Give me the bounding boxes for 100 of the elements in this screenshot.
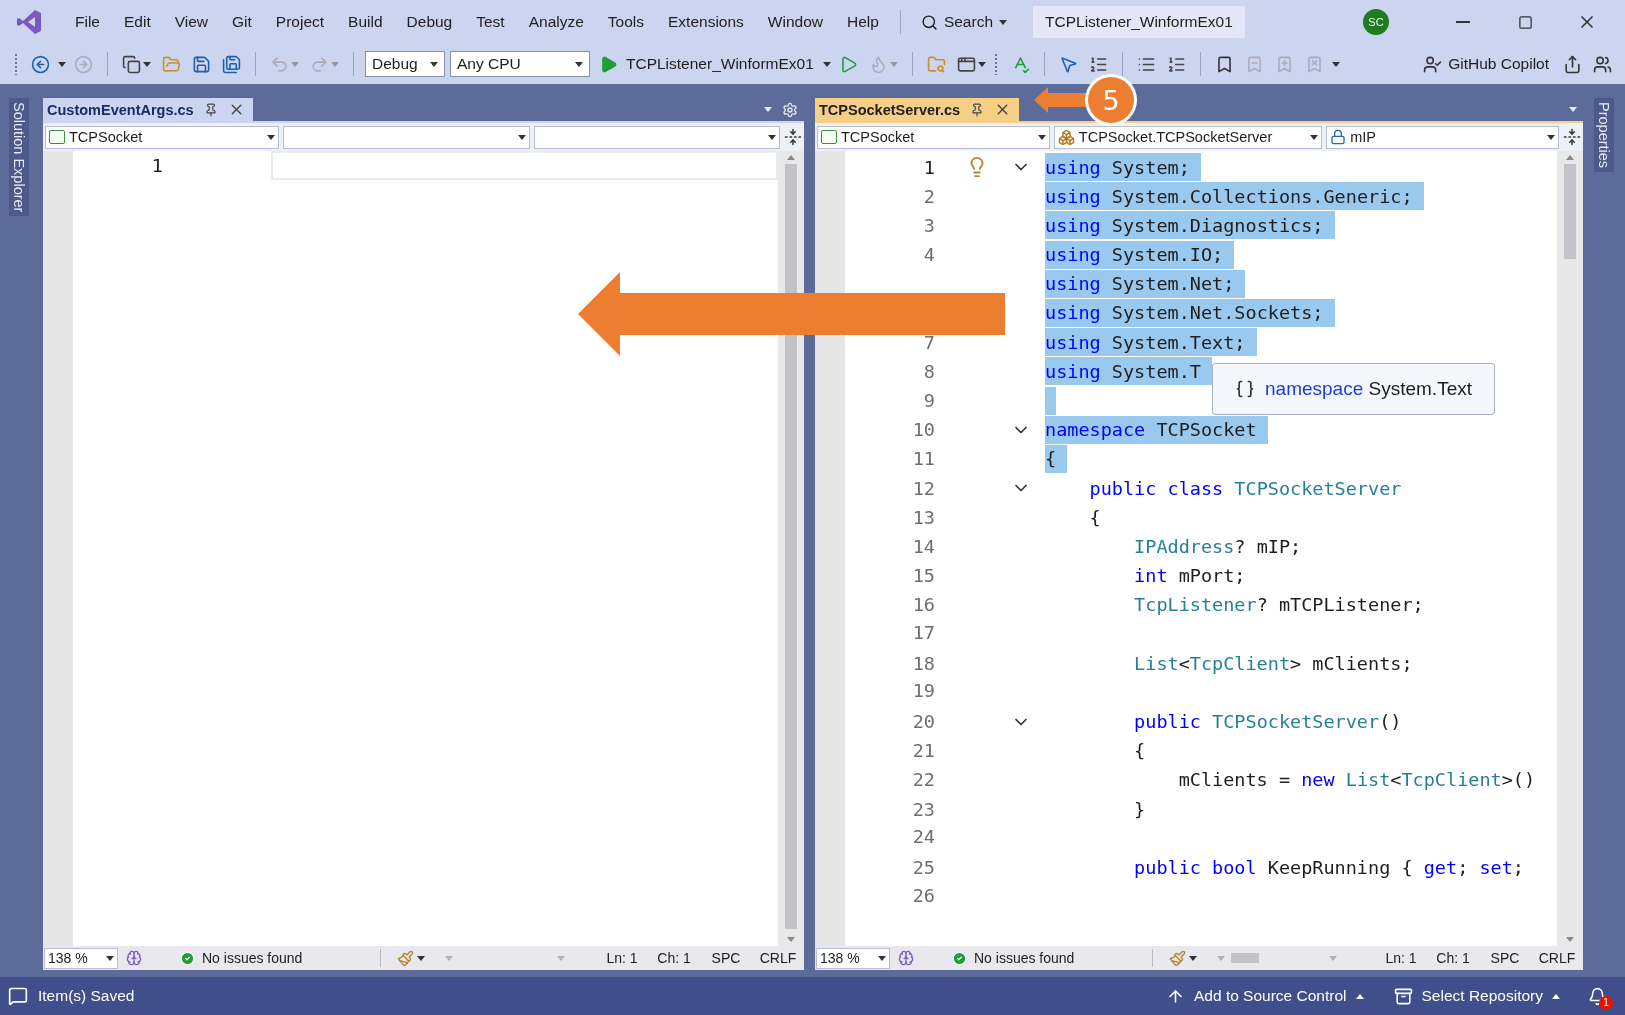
start-button[interactable]: TCPListener_WinformEx01 (595, 52, 818, 76)
scroll-down-icon (1566, 937, 1574, 942)
caret-icon (878, 955, 886, 961)
menu-item[interactable]: Help (838, 9, 888, 35)
menu-item[interactable]: Edit (115, 9, 160, 35)
line-number: 15 (911, 565, 935, 587)
navigation-dropdown[interactable]: mIP (1326, 125, 1559, 149)
navigation-dropdown[interactable]: TCPSocket (45, 125, 280, 149)
step-number-badge: 5 (1088, 77, 1134, 123)
back-icon (31, 54, 50, 74)
scroll-up-icon (787, 155, 795, 160)
menu-item[interactable]: Git (223, 9, 261, 35)
menu-item[interactable]: Tools (598, 9, 654, 35)
code-line: public class TCPSocketServer (1088, 476, 1402, 501)
scroll-thumb[interactable] (1231, 953, 1259, 963)
braces-icon (1235, 379, 1255, 399)
caret-icon (1547, 134, 1555, 140)
vertical-scrollbar[interactable] (1557, 151, 1583, 946)
source-control-button[interactable]: Add to Source Control (1156, 986, 1374, 1006)
save-icon (192, 54, 211, 74)
file-type-icon (821, 130, 837, 144)
scroll-up-button[interactable] (1566, 155, 1574, 160)
caret-icon (999, 19, 1007, 25)
menu-item[interactable]: View (165, 9, 218, 35)
caret-icon (430, 61, 438, 67)
code-line: int mPort; (1133, 564, 1246, 589)
code-line: { (1133, 739, 1146, 764)
line-number: 20 (911, 711, 935, 733)
solution-name: TCPListener_WinformEx01 (1033, 6, 1245, 38)
scroll-up-button[interactable] (787, 155, 795, 160)
line-indicator[interactable]: Ln: 1 (1375, 950, 1427, 966)
caret-icon (1552, 993, 1560, 999)
line-ending-indicator[interactable]: CRLF (1531, 950, 1583, 966)
menu-item[interactable]: Project (266, 9, 334, 35)
repository-icon (1393, 986, 1413, 1006)
scroll-down-button[interactable] (787, 937, 795, 942)
line-ending-indicator[interactable]: CRLF (752, 950, 804, 966)
menu-item[interactable]: Debug (397, 9, 462, 35)
line-number: 1 (150, 155, 163, 177)
caret-icon (106, 955, 114, 961)
vertical-scrollbar[interactable] (778, 151, 804, 946)
caret-icon (1310, 134, 1319, 140)
caret-icon (768, 134, 776, 140)
line-indicator[interactable]: Ln: 1 (596, 950, 648, 966)
line-number: 3 (922, 214, 935, 236)
line-number: 12 (911, 477, 935, 499)
menu-item[interactable]: Test (467, 9, 514, 35)
search-button[interactable]: Search (912, 9, 1015, 35)
redo-icon (310, 54, 329, 74)
chat-icon (8, 986, 28, 1006)
user-avatar[interactable]: SC (1363, 9, 1389, 35)
column-indicator[interactable]: Ch: 1 (1427, 950, 1479, 966)
column-indicator[interactable]: Ch: 1 (648, 950, 700, 966)
zoom-dropdown[interactable]: 138 % (44, 947, 118, 969)
menu-item[interactable]: File (66, 9, 109, 35)
scroll-down-button[interactable] (1566, 937, 1574, 942)
copilot-button[interactable]: GitHub Copilot (1417, 53, 1555, 75)
line-number: 2 (922, 185, 935, 207)
menu-item[interactable]: Extensions (659, 9, 753, 35)
menu-item[interactable]: Window (758, 9, 832, 35)
document-tab[interactable]: CustomEventArgs.cs (43, 98, 253, 121)
code-line: public TCPSocketServer() (1133, 710, 1402, 735)
line-number: 9 (922, 390, 935, 411)
issues-text: No issues found (202, 950, 303, 966)
navigation-dropdown[interactable] (533, 125, 780, 149)
document-tab[interactable]: TCPSocketServer.cs (815, 98, 1020, 121)
zoom-dropdown[interactable]: 138 % (816, 947, 890, 969)
caret-icon (58, 61, 66, 67)
side-panel-tab[interactable]: Properties (1594, 98, 1614, 173)
repository-button[interactable]: Select Repository (1383, 986, 1570, 1006)
navigation-dropdown[interactable] (283, 125, 530, 149)
menu-item[interactable]: Analyze (519, 9, 593, 35)
share-icon (1563, 54, 1582, 74)
code-line: { (1088, 505, 1101, 530)
scroll-thumb[interactable] (785, 164, 797, 929)
split-icon (1563, 128, 1581, 146)
configuration-dropdown[interactable]: Debug (365, 51, 445, 77)
feedback-icon (1593, 54, 1612, 74)
brush-icon (397, 949, 414, 967)
line-number: 19 (911, 680, 935, 702)
platform-dropdown[interactable]: Any CPU (450, 51, 590, 77)
line-number: 11 (911, 448, 935, 470)
line-number: 1 (922, 156, 935, 178)
navigation-dropdown[interactable]: TCPSocket.TCPSocketServer (1053, 125, 1323, 149)
folder-icon (162, 54, 181, 74)
caret-icon (1037, 134, 1046, 140)
menu-item[interactable]: Build (339, 9, 392, 35)
scroll-thumb[interactable] (1564, 164, 1576, 259)
pin-icon (970, 102, 985, 117)
line-number: 10 (911, 419, 935, 441)
check-icon (180, 950, 195, 966)
minimize-icon (1456, 21, 1470, 23)
navigation-dropdown[interactable]: TCPSocket (817, 125, 1050, 149)
scroll-right-icon (1329, 955, 1337, 961)
side-panel-tab[interactable]: Solution Explorer (9, 98, 29, 217)
notification-count: 1 (1599, 995, 1613, 1010)
spacing-indicator[interactable]: SPC (700, 950, 752, 966)
caret-icon (822, 61, 831, 67)
spacing-indicator[interactable]: SPC (1479, 950, 1531, 966)
line-number: 13 (911, 506, 935, 528)
